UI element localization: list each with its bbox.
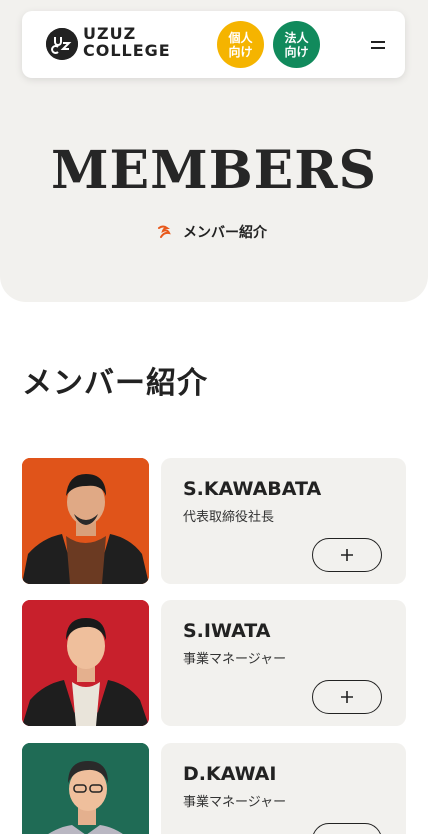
individual-label-line2: 向け (228, 44, 253, 59)
member-role: 代表取締役社長 (183, 510, 275, 525)
hamburger-icon[interactable] (362, 35, 394, 55)
corporate-label-line1: 法人 (284, 30, 309, 45)
plus-icon (341, 691, 353, 703)
member-role: 事業マネージャー (183, 652, 287, 667)
corporate-button[interactable]: 法人 向け (273, 21, 320, 68)
expand-button[interactable] (312, 680, 382, 714)
breadcrumb: メンバー紹介 (157, 222, 267, 242)
member-name: S.KAWABATA (183, 478, 322, 500)
logo-mark-icon[interactable] (46, 28, 78, 60)
member-photo (22, 743, 149, 834)
member-info: S.IWATA 事業マネージャー (161, 600, 406, 726)
hero-section: UZUZ COLLEGE 個人 向け 法人 向け MEMBERS メンバー紹介 (0, 0, 428, 302)
page-title: MEMBERS (50, 140, 378, 201)
expand-button[interactable] (312, 823, 382, 834)
breadcrumb-current: メンバー紹介 (183, 225, 267, 241)
member-photo (22, 600, 149, 726)
individual-button[interactable]: 個人 向け (217, 21, 264, 68)
member-card[interactable]: D.KAWAI 事業マネージャー (22, 743, 406, 834)
logo-line2: COLLEGE (83, 41, 171, 60)
site-header: UZUZ COLLEGE 個人 向け 法人 向け (22, 11, 405, 78)
individual-label-line1: 個人 (228, 30, 253, 45)
member-info: D.KAWAI 事業マネージャー (161, 743, 406, 834)
member-role: 事業マネージャー (183, 795, 287, 810)
member-name: S.IWATA (183, 620, 271, 642)
member-card[interactable]: S.KAWABATA 代表取締役社長 (22, 458, 406, 584)
uzuz-swirl-icon (157, 223, 171, 242)
member-info: S.KAWABATA 代表取締役社長 (161, 458, 406, 584)
member-name: D.KAWAI (183, 763, 277, 785)
member-card[interactable]: S.IWATA 事業マネージャー (22, 600, 406, 726)
logo-line1: UZUZ (83, 24, 137, 43)
member-photo (22, 458, 149, 584)
plus-icon (341, 549, 353, 561)
logo-text[interactable]: UZUZ COLLEGE (83, 25, 171, 59)
expand-button[interactable] (312, 538, 382, 572)
section-title: メンバー紹介 (22, 366, 208, 401)
corporate-label-line2: 向け (284, 44, 309, 59)
